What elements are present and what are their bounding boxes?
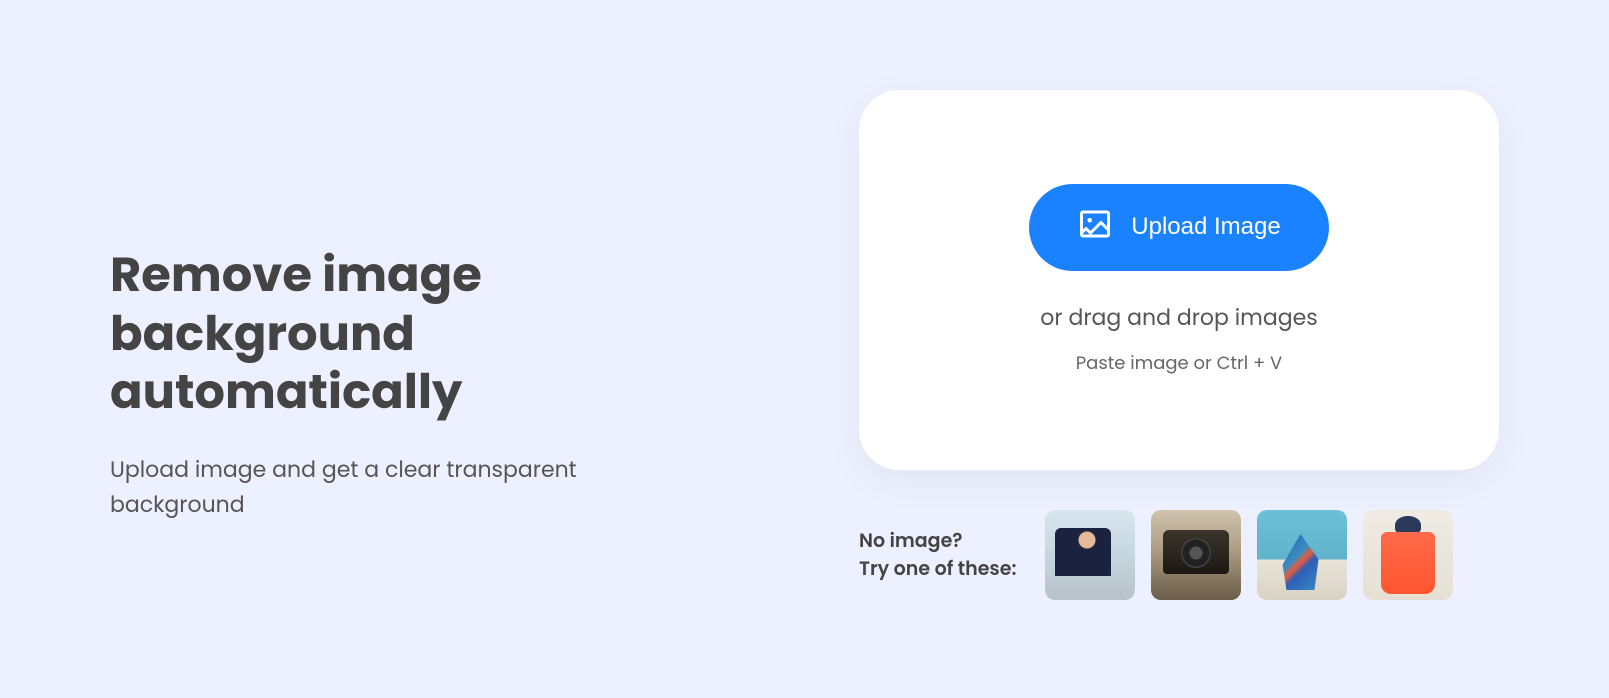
right-upload-panel: Upload Image or drag and drop images Pas…	[859, 90, 1499, 638]
left-text-panel: Remove image background automatically Up…	[110, 90, 799, 638]
hero-section: Remove image background automatically Up…	[0, 0, 1609, 698]
sample-thumbnails	[1045, 510, 1453, 600]
upload-image-button[interactable]: Upload Image	[1029, 184, 1328, 271]
sample-images-row: No image? Try one of these:	[859, 510, 1499, 600]
sample-thumb-shoe[interactable]	[1257, 510, 1347, 600]
try-text: Try one of these:	[859, 555, 1017, 584]
paste-hint: Paste image or Ctrl + V	[1076, 350, 1282, 377]
samples-prompt: No image? Try one of these:	[859, 527, 1017, 584]
image-icon	[1077, 206, 1113, 249]
sample-thumb-woman[interactable]	[1363, 510, 1453, 600]
drag-drop-hint: or drag and drop images	[1040, 301, 1317, 334]
sample-thumb-person[interactable]	[1045, 510, 1135, 600]
upload-button-label: Upload Image	[1131, 213, 1280, 241]
headline: Remove image background automatically	[110, 246, 630, 422]
sample-thumb-camera[interactable]	[1151, 510, 1241, 600]
subheadline: Upload image and get a clear transparent…	[110, 452, 630, 522]
upload-dropzone[interactable]: Upload Image or drag and drop images Pas…	[859, 90, 1499, 470]
no-image-text: No image?	[859, 527, 1017, 556]
